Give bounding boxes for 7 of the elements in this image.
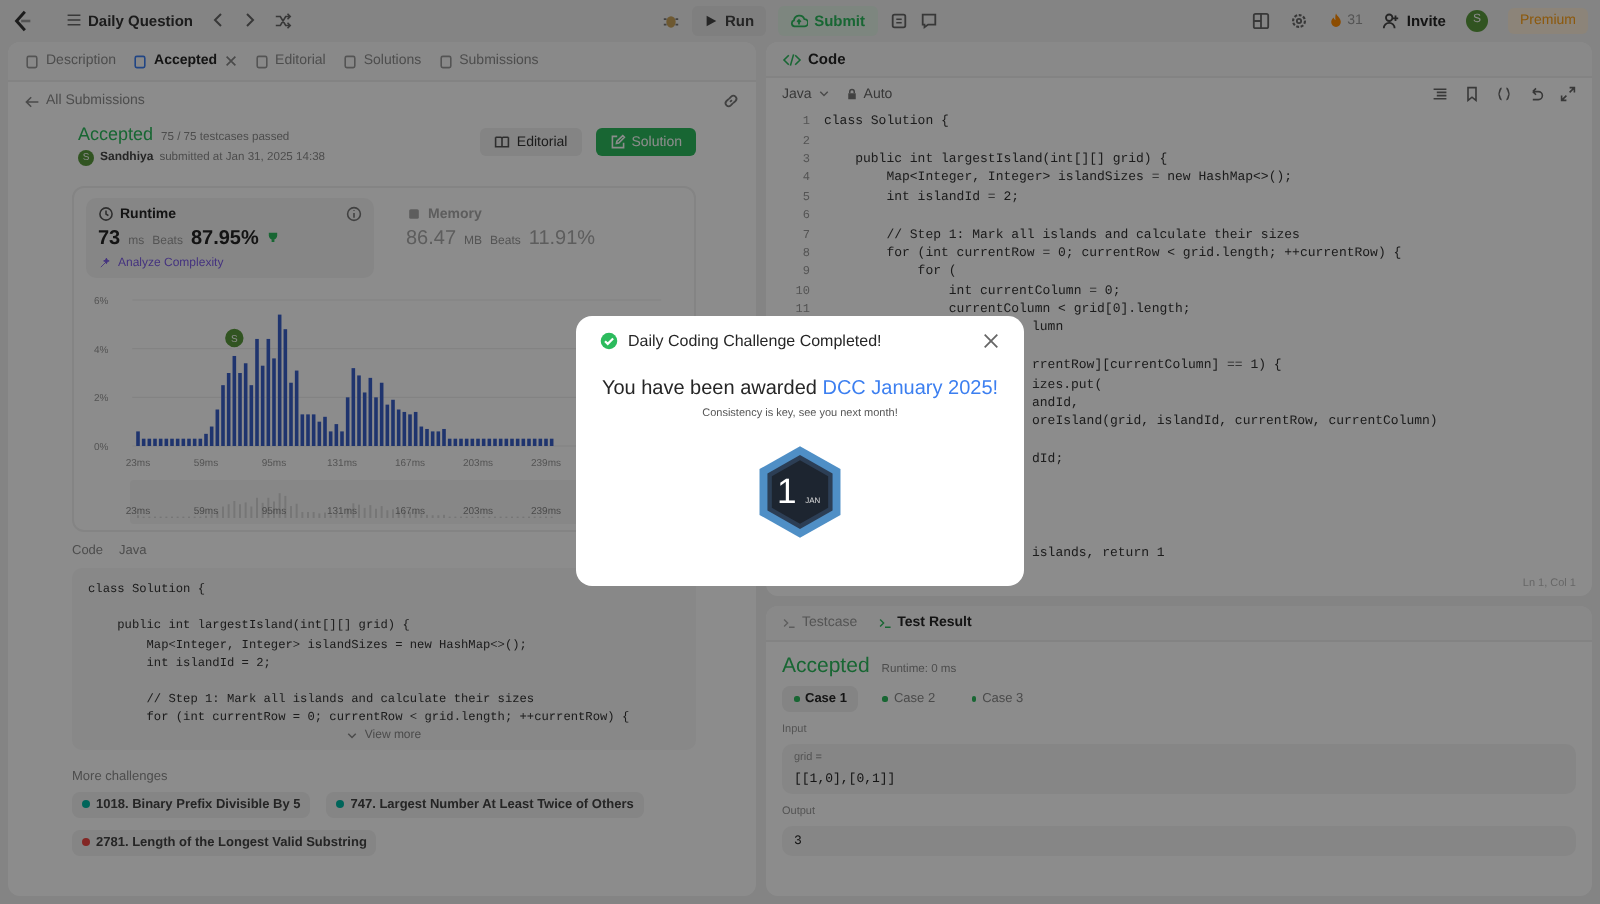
result-status: Accepted — [782, 654, 870, 678]
beats-percentage: 87.95% — [190, 228, 259, 250]
badge-number: 1 — [776, 470, 797, 511]
dialog-title: Daily Coding Challenge Completed! — [628, 332, 882, 350]
metric-value: 73 — [98, 228, 121, 250]
submission-status: Accepted — [78, 124, 154, 144]
award-message: You have been awarded DCC January 2025! — [601, 378, 999, 400]
